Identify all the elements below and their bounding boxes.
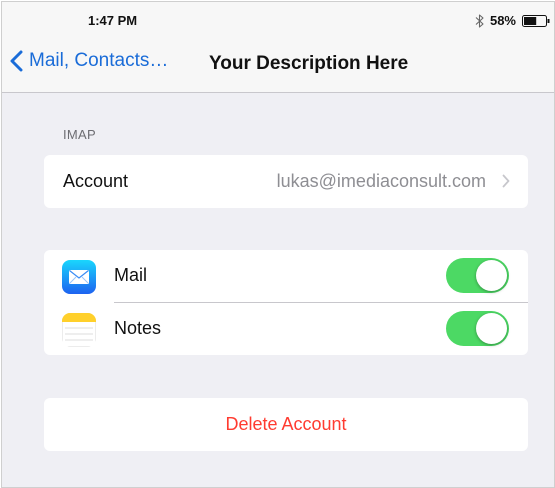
toggle-knob (476, 313, 507, 344)
settings-screen: 1:47 PM 58% Mail, Contacts… Your Descrip… (1, 1, 555, 488)
navigation-bar: Mail, Contacts… Your Description Here (2, 42, 554, 82)
mail-toggle[interactable] (446, 258, 509, 293)
sync-row-mail: Mail (44, 250, 528, 303)
chevron-right-icon (502, 174, 510, 188)
status-indicators: 58% (475, 13, 550, 28)
account-email: lukas@imediaconsult.com (276, 171, 486, 191)
bluetooth-icon (475, 13, 484, 28)
mail-label: Mail (114, 265, 148, 285)
section-header-imap: IMAP (63, 127, 96, 142)
notes-app-icon (62, 313, 96, 347)
battery-percent: 58% (489, 13, 516, 28)
chevron-left-icon (10, 50, 23, 72)
header-area: 1:47 PM 58% Mail, Contacts… Your Descrip… (2, 2, 554, 93)
battery-icon (522, 14, 550, 27)
status-bar: 1:47 PM 58% (2, 2, 554, 38)
back-button-label: Mail, Contacts… (29, 50, 169, 71)
mail-app-icon (62, 260, 96, 294)
notes-toggle[interactable] (446, 311, 509, 346)
toggle-knob (476, 260, 507, 291)
notes-label: Notes (114, 318, 162, 338)
account-row[interactable]: Account lukas@imediaconsult.com (44, 155, 528, 207)
status-time: 1:47 PM (88, 13, 138, 28)
page-title: Your Description Here (209, 53, 409, 74)
delete-account-label: Delete Account (225, 414, 347, 434)
account-group: Account lukas@imediaconsult.com (44, 155, 528, 208)
account-label: Account (63, 171, 129, 191)
sync-row-notes: Notes (44, 303, 528, 355)
back-button[interactable]: Mail, Contacts… (10, 50, 168, 72)
sync-items-group: Mail Notes (44, 250, 528, 355)
delete-account-button[interactable]: Delete Account (44, 398, 528, 451)
